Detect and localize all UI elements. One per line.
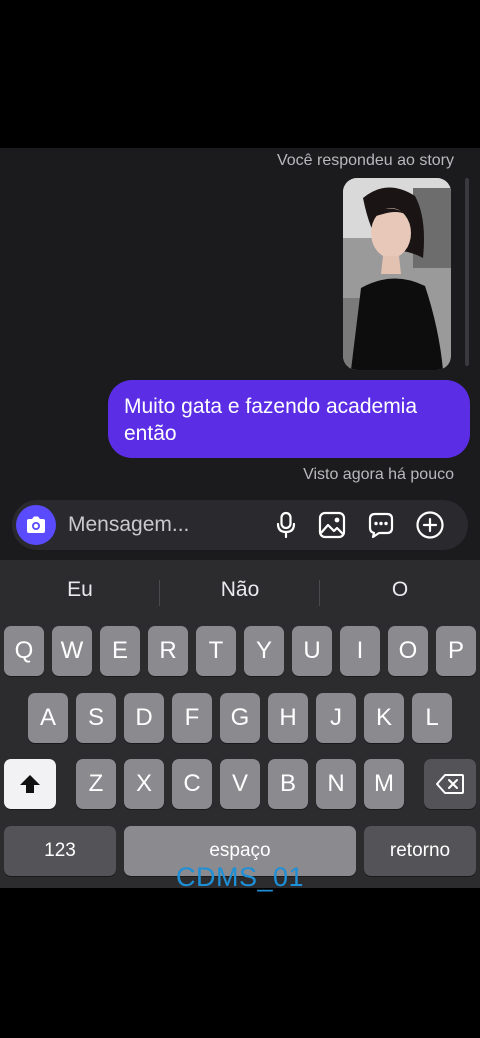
key-v[interactable]: V <box>220 759 260 809</box>
plus-icon <box>416 511 444 539</box>
key-x[interactable]: X <box>124 759 164 809</box>
keyboard: Eu Não O Q W E R T Y U I O P A S D F G H… <box>0 560 480 888</box>
sent-message-bubble[interactable]: Muito gata e fazendo academia então <box>108 380 470 458</box>
key-o[interactable]: O <box>388 626 428 676</box>
chat-thread[interactable]: Você respondeu ao story Muito gata e faz… <box>0 148 480 560</box>
watermark-text: CDMS_01 <box>175 862 305 892</box>
message-input[interactable] <box>68 513 248 537</box>
seen-status: Visto agora há pouco <box>303 466 454 483</box>
shift-arrow-icon <box>20 775 40 793</box>
bottom-black-area <box>0 888 480 1038</box>
key-z[interactable]: Z <box>76 759 116 809</box>
key-b[interactable]: B <box>268 759 308 809</box>
gallery-button[interactable] <box>317 510 347 540</box>
camera-icon <box>27 516 45 533</box>
key-n[interactable]: N <box>316 759 356 809</box>
key-y[interactable]: Y <box>244 626 284 676</box>
key-m[interactable]: M <box>364 759 404 809</box>
story-photo <box>343 178 451 370</box>
key-e[interactable]: E <box>100 626 140 676</box>
key-t[interactable]: T <box>196 626 236 676</box>
top-black-area <box>0 0 480 148</box>
shift-key[interactable] <box>4 759 56 809</box>
key-w[interactable]: W <box>52 626 92 676</box>
plus-button[interactable] <box>415 510 445 540</box>
key-l[interactable]: L <box>412 693 452 743</box>
key-d[interactable]: D <box>124 693 164 743</box>
key-f[interactable]: F <box>172 693 212 743</box>
key-s[interactable]: S <box>76 693 116 743</box>
sticker-button[interactable] <box>366 510 396 540</box>
sent-message-text: Muito gata e fazendo academia então <box>124 395 418 445</box>
suggestion-3[interactable]: O <box>320 578 480 602</box>
sticker-icon <box>368 512 394 539</box>
key-j[interactable]: J <box>316 693 356 743</box>
key-u[interactable]: U <box>292 626 332 676</box>
key-p[interactable]: P <box>436 626 476 676</box>
message-composer <box>12 500 468 550</box>
suggestion-1[interactable]: Eu <box>0 578 160 602</box>
key-r[interactable]: R <box>148 626 188 676</box>
story-thumbnail[interactable] <box>343 178 451 370</box>
key-q[interactable]: Q <box>4 626 44 676</box>
microphone-button[interactable] <box>271 510 301 540</box>
key-k[interactable]: K <box>364 693 404 743</box>
microphone-icon <box>276 511 296 539</box>
backspace-icon <box>436 774 464 794</box>
story-reply-label: Você respondeu ao story <box>276 152 454 169</box>
image-icon <box>318 511 346 539</box>
key-i[interactable]: I <box>340 626 380 676</box>
suggestion-bar: Eu Não O <box>0 560 480 622</box>
key-g[interactable]: G <box>220 693 260 743</box>
chat-scrollbar[interactable] <box>465 178 469 366</box>
key-c[interactable]: C <box>172 759 212 809</box>
suggestion-2[interactable]: Não <box>160 578 320 602</box>
key-a[interactable]: A <box>28 693 68 743</box>
backspace-key[interactable] <box>424 759 476 809</box>
camera-button[interactable] <box>16 505 56 545</box>
key-h[interactable]: H <box>268 693 308 743</box>
